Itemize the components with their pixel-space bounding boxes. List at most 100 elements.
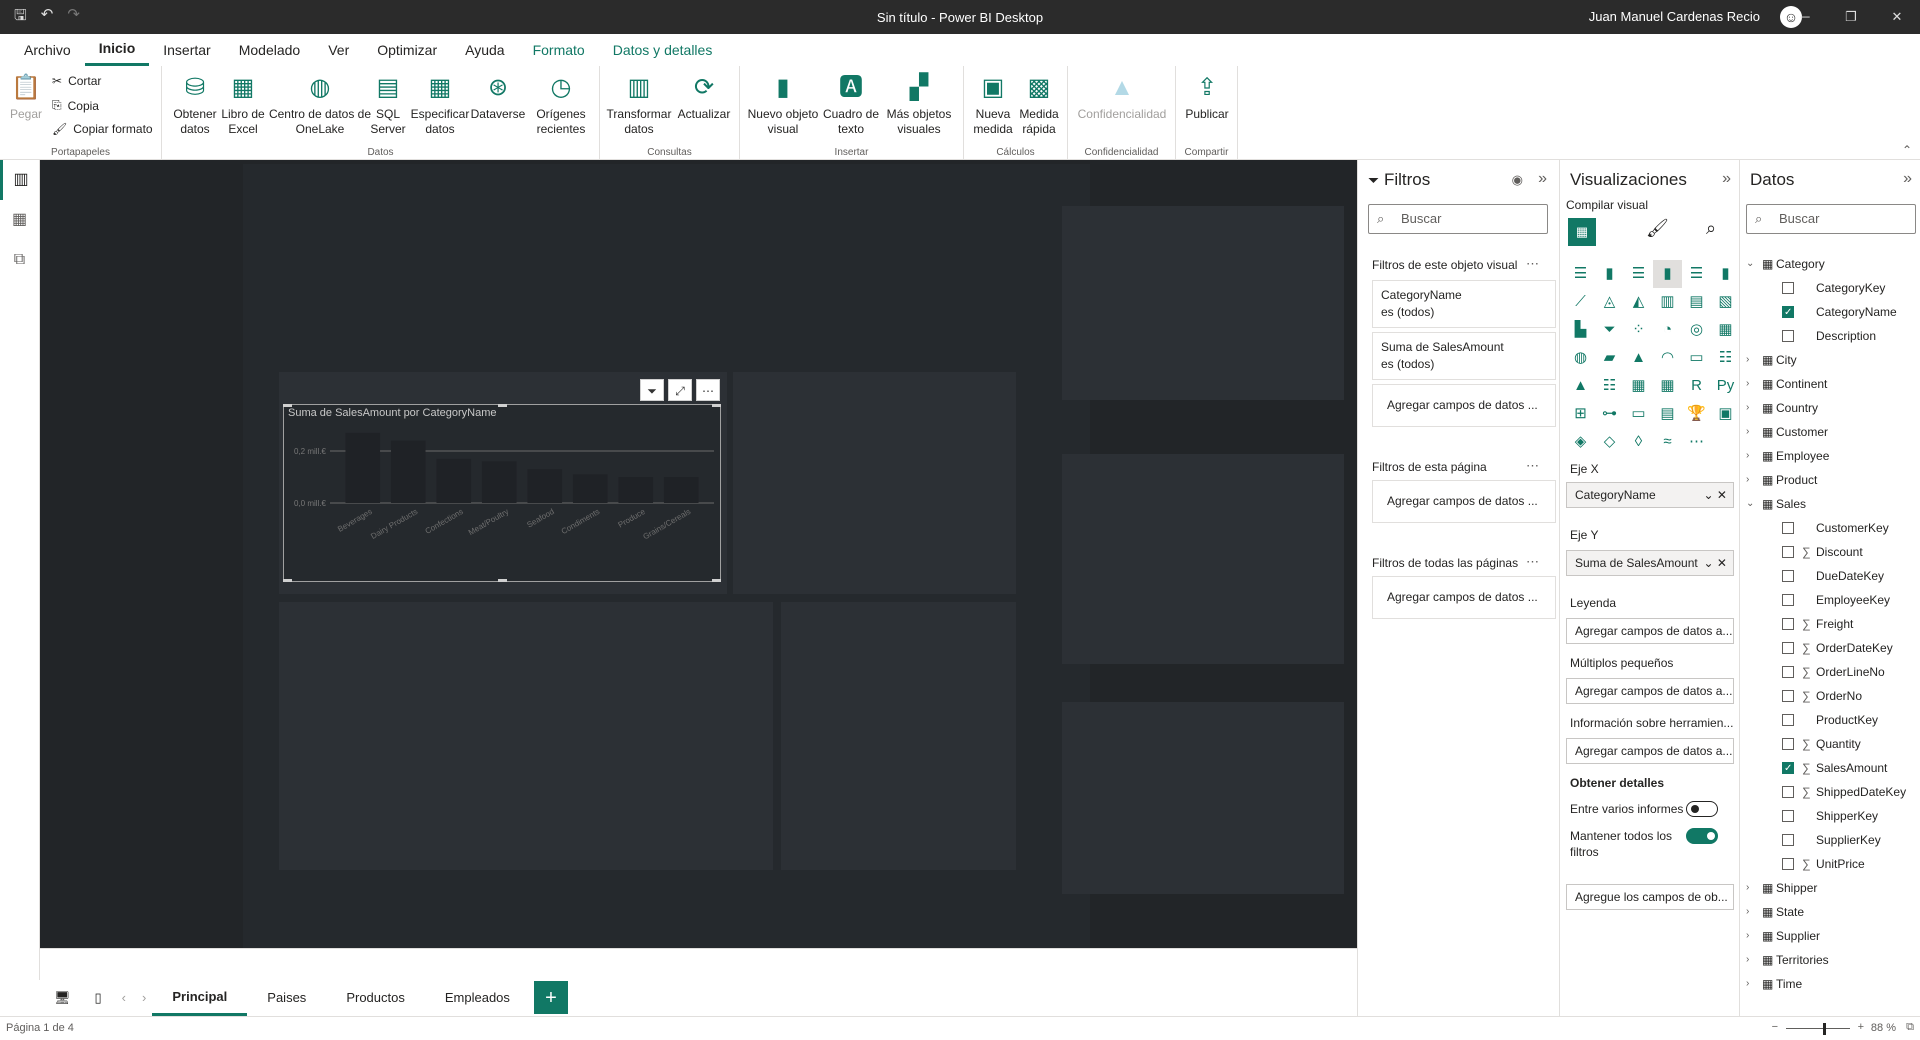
collapse-ribbon-icon[interactable]: ⌃ bbox=[1902, 143, 1912, 157]
donut-icon[interactable]: ◎ bbox=[1682, 316, 1711, 344]
more-visuals-icon[interactable]: ≈ bbox=[1653, 428, 1682, 456]
python-visual-icon[interactable]: Py bbox=[1711, 372, 1740, 400]
format-visual-icon[interactable]: 🖌 bbox=[1646, 218, 1669, 239]
remove-field-icon[interactable]: ⌄ ✕ bbox=[1703, 551, 1727, 575]
close-icon[interactable]: ✕ bbox=[1874, 0, 1920, 34]
field-item[interactable]: CategoryKey bbox=[1746, 276, 1920, 300]
diamond-visual-icon[interactable]: ◊ bbox=[1624, 428, 1653, 456]
table-item[interactable]: › ▦ Continent bbox=[1746, 372, 1920, 396]
tab-productos[interactable]: Productos bbox=[326, 980, 425, 1016]
model-view-icon[interactable]: ⧉ bbox=[0, 240, 39, 280]
chevron-right-icon[interactable]: › bbox=[1746, 468, 1749, 492]
tab-paises[interactable]: Paises bbox=[247, 980, 326, 1016]
drill-through-well[interactable]: Agregue los campos de ob... bbox=[1566, 884, 1734, 910]
add-report-filter-field[interactable]: Agregar campos de datos ... bbox=[1372, 576, 1556, 619]
y-axis-well[interactable]: Suma de SalesAmount ⌄ ✕ bbox=[1566, 550, 1734, 576]
table-visual-icon[interactable]: ▦ bbox=[1624, 372, 1653, 400]
zoom-slider-thumb[interactable] bbox=[1823, 1023, 1826, 1035]
stacked-area-icon[interactable]: ◭ bbox=[1624, 288, 1653, 316]
field-checkbox[interactable] bbox=[1782, 282, 1794, 294]
stacked-bar-icon[interactable]: ☰ bbox=[1566, 260, 1595, 288]
field-item[interactable]: ∑ Quantity bbox=[1746, 732, 1920, 756]
chevron-down-icon[interactable]: ⌄ bbox=[1746, 252, 1754, 276]
quick-measure-button[interactable]: ▩ Medida rápida bbox=[1016, 72, 1062, 137]
matrix-icon[interactable]: ▦ bbox=[1653, 372, 1682, 400]
restore-icon[interactable]: ❐ bbox=[1828, 0, 1874, 34]
table-item[interactable]: › ▦ Customer bbox=[1746, 420, 1920, 444]
more-options-icon[interactable]: ⋯ bbox=[696, 379, 720, 401]
enter-data-button[interactable]: ▦ Especificar datos bbox=[410, 72, 470, 137]
clustered-bar-icon[interactable]: ☰ bbox=[1624, 260, 1653, 288]
table-item[interactable]: ⌄ ▦ Category bbox=[1746, 252, 1920, 276]
field-item[interactable]: ∑ Freight bbox=[1746, 612, 1920, 636]
menu-insertar[interactable]: Insertar bbox=[149, 34, 224, 66]
field-checkbox[interactable] bbox=[1782, 666, 1794, 678]
field-item[interactable]: ∑ Discount bbox=[1746, 540, 1920, 564]
field-checkbox[interactable] bbox=[1782, 834, 1794, 846]
chevron-right-icon[interactable]: › bbox=[1746, 948, 1749, 972]
get-more-visuals-icon[interactable]: ⋯ bbox=[1682, 428, 1711, 456]
dataverse-button[interactable]: ⊛ Dataverse bbox=[468, 72, 528, 122]
field-checkbox[interactable] bbox=[1782, 330, 1794, 342]
cut-button[interactable]: ✂ Cortar bbox=[52, 74, 101, 88]
keep-filters-toggle[interactable] bbox=[1686, 828, 1718, 844]
table-item[interactable]: ⌄ ▦ Sales bbox=[1746, 492, 1920, 516]
field-checkbox[interactable] bbox=[1782, 690, 1794, 702]
menu-datos-detalles[interactable]: Datos y detalles bbox=[599, 34, 727, 66]
remove-field-icon[interactable]: ⌄ ✕ bbox=[1704, 483, 1727, 507]
field-checkbox[interactable] bbox=[1782, 642, 1794, 654]
filter-icon[interactable]: ⏷ bbox=[640, 379, 664, 401]
metrics-icon[interactable]: 🏆 bbox=[1682, 400, 1711, 428]
field-item[interactable]: Description bbox=[1746, 324, 1920, 348]
next-page-icon[interactable]: › bbox=[136, 980, 152, 1016]
new-visual-button[interactable]: ▮ Nuevo objeto visual bbox=[744, 72, 822, 137]
chevron-right-icon[interactable]: › bbox=[1746, 972, 1749, 996]
add-page-button[interactable]: + bbox=[533, 981, 568, 1014]
horizontal-scrollbar[interactable] bbox=[40, 948, 1357, 980]
field-checkbox[interactable] bbox=[1782, 618, 1794, 630]
r-visual-icon[interactable]: R bbox=[1682, 372, 1711, 400]
power-apps-icon[interactable]: ◈ bbox=[1566, 428, 1595, 456]
table-item[interactable]: › ▦ State bbox=[1746, 900, 1920, 924]
redo-icon[interactable]: ↷ bbox=[67, 5, 80, 30]
resize-handle[interactable] bbox=[712, 404, 721, 407]
table-item[interactable]: › ▦ Shipper bbox=[1746, 876, 1920, 900]
kpi-icon[interactable]: ▲ bbox=[1566, 372, 1595, 400]
textbox-button[interactable]: 🅰 Cuadro de texto bbox=[822, 72, 880, 137]
sql-server-button[interactable]: ▤ SQL Server bbox=[368, 72, 408, 137]
field-checkbox[interactable] bbox=[1782, 301, 1794, 325]
x-axis-well[interactable]: CategoryName ⌄ ✕ bbox=[1566, 482, 1734, 508]
recent-sources-button[interactable]: ◷ Orígenes recientes bbox=[528, 72, 594, 137]
qa-icon[interactable]: ▭ bbox=[1624, 400, 1653, 428]
line-column-icon[interactable]: ▥ bbox=[1653, 288, 1682, 316]
build-visual-icon[interactable]: ▦ bbox=[1568, 218, 1596, 246]
format-painter-button[interactable]: 🖌 Copiar formato bbox=[52, 122, 153, 136]
table-item[interactable]: › ▦ Territories bbox=[1746, 948, 1920, 972]
field-checkbox[interactable] bbox=[1782, 757, 1794, 781]
100-bar-icon[interactable]: ☰ bbox=[1682, 260, 1711, 288]
card-icon[interactable]: ▭ bbox=[1682, 344, 1711, 372]
power-automate-icon[interactable]: ◇ bbox=[1595, 428, 1624, 456]
zoom-out-icon[interactable]: − bbox=[1772, 1021, 1778, 1033]
zoom-slider[interactable] bbox=[1786, 1028, 1850, 1029]
field-item[interactable]: ∑ OrderNo bbox=[1746, 684, 1920, 708]
save-icon[interactable]: 🖫 bbox=[14, 5, 27, 30]
table-view-icon[interactable]: ▦ bbox=[0, 200, 39, 240]
more-options-icon[interactable]: ⋯ bbox=[1526, 458, 1539, 474]
multirow-card-icon[interactable]: ☷ bbox=[1711, 344, 1740, 372]
table-item[interactable]: › ▦ Time bbox=[1746, 972, 1920, 996]
focus-mode-icon[interactable]: ⤢ bbox=[668, 379, 692, 401]
transform-button[interactable]: ▥ Transformar datos bbox=[606, 72, 672, 137]
collapse-filters-icon[interactable]: » bbox=[1538, 170, 1547, 188]
line-clustered-icon[interactable]: ▤ bbox=[1682, 288, 1711, 316]
field-item[interactable]: ∑ OrderDateKey bbox=[1746, 636, 1920, 660]
waterfall-icon[interactable]: ▙ bbox=[1566, 316, 1595, 344]
copy-button[interactable]: ⎘ Copia bbox=[52, 98, 99, 113]
field-item[interactable]: DueDateKey bbox=[1746, 564, 1920, 588]
chevron-right-icon[interactable]: › bbox=[1746, 420, 1749, 444]
more-options-icon[interactable]: ⋯ bbox=[1526, 554, 1539, 570]
field-checkbox[interactable] bbox=[1782, 858, 1794, 870]
area-chart-icon[interactable]: ◬ bbox=[1595, 288, 1624, 316]
menu-ayuda[interactable]: Ayuda bbox=[451, 34, 518, 66]
field-item[interactable]: CustomerKey bbox=[1746, 516, 1920, 540]
